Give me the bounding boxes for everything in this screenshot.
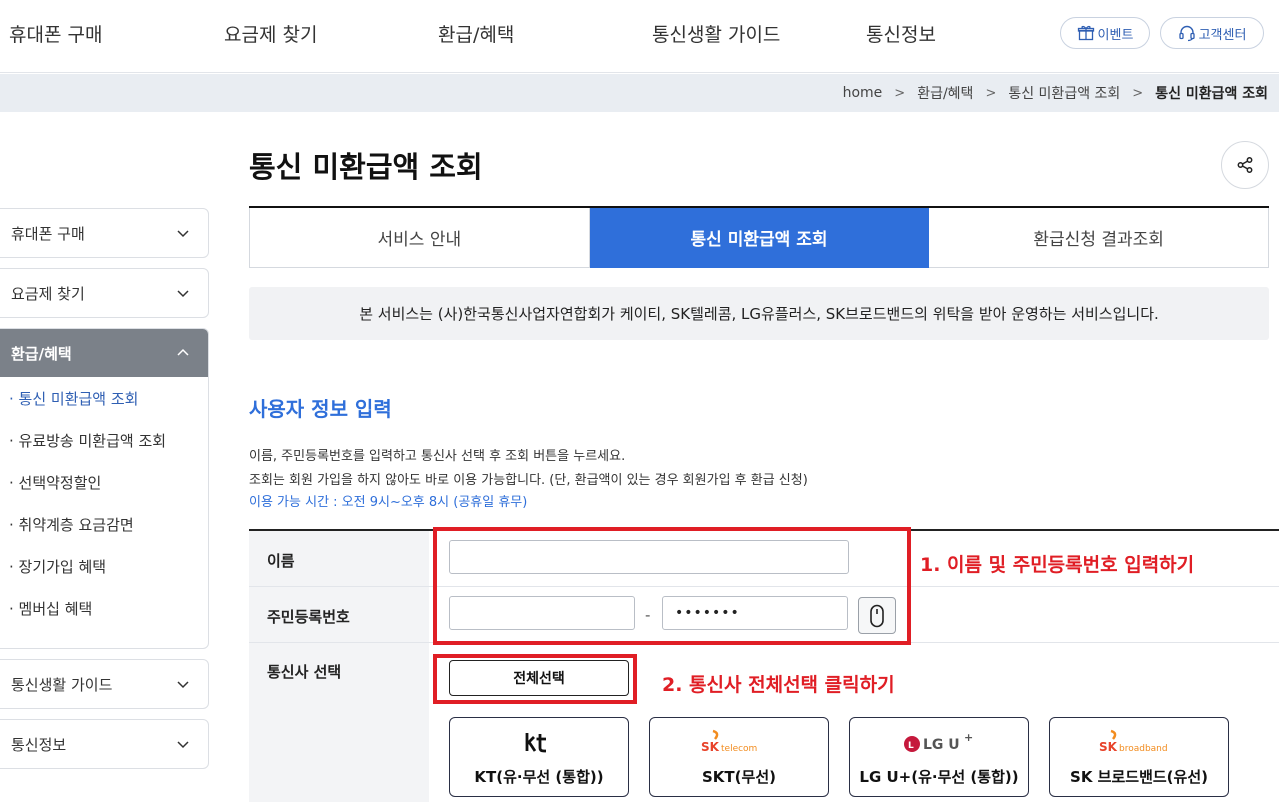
tab-service-info[interactable]: 서비스 안내 [249, 208, 590, 268]
breadcrumb-current: 통신 미환급액 조회 [1155, 86, 1268, 102]
page-title: 통신 미환급액 조회 [249, 150, 483, 184]
carrier-skb-button[interactable]: SK broadband SK 브로드밴드(유선) [1049, 717, 1229, 797]
rrn-label: 주민등록번호 [267, 608, 350, 626]
sidebar-subitem-contract-discount[interactable]: · 선택약정할인 [0, 461, 208, 503]
kt-logo-icon [525, 733, 546, 753]
svg-text:+: + [964, 731, 973, 744]
tab-refund-result-lookup[interactable]: 환급신청 결과조회 [929, 208, 1270, 268]
carrier-name: KT(유·무선 (통합)) [474, 768, 604, 786]
sk-broadband-logo: SK broadband [1050, 728, 1228, 758]
sidebar-group-phone-purchase[interactable]: 휴대폰 구매 [0, 208, 209, 258]
sidebar-item-label: 요금제 찾기 [11, 284, 85, 303]
carrier-kt-button[interactable]: KT(유·무선 (통합)) [449, 717, 629, 797]
section-description-1: 이름, 주민등록번호를 입력하고 통신사 선택 후 조회 버튼을 누르세요. [249, 449, 626, 464]
service-hours: 이용 가능 시간 : 오전 9시~오후 8시 (공휴일 휴무) [249, 495, 528, 510]
svg-text:SK: SK [701, 740, 720, 754]
sidebar-subitem-vulnerable-discount[interactable]: · 취약계층 요금감면 [0, 503, 208, 545]
sidebar-group-telecom-guide[interactable]: 통신생활 가이드 [0, 659, 209, 709]
sidebar-subitem-telecom-refund[interactable]: · 통신 미환급액 조회 [0, 377, 208, 419]
breadcrumb-home[interactable]: home [843, 85, 883, 101]
sidebar-item-telecom-guide[interactable]: 통신생활 가이드 [0, 660, 208, 708]
event-label: 이벤트 [1097, 27, 1134, 43]
sidebar-item-label: 휴대폰 구매 [11, 224, 85, 243]
event-button[interactable]: 이벤트 [1060, 17, 1150, 49]
sk-telecom-logo: SK telecom [650, 728, 828, 758]
carrier-name: LG U+(유·무선 (통합)) [859, 768, 1019, 786]
section-title: 사용자 정보 입력 [249, 397, 392, 421]
svg-text:SK: SK [1099, 740, 1118, 754]
annotation-note-1: 1. 이름 및 주민등록번호 입력하기 [920, 554, 1195, 576]
section-description-2: 조회는 회원 가입을 하지 않아도 바로 이용 가능합니다. (단, 환급액이 … [249, 473, 808, 488]
chevron-down-icon [177, 290, 189, 298]
svg-text:broadband: broadband [1119, 744, 1168, 754]
customer-center-label: 고객센터 [1198, 27, 1247, 43]
nav-menu-plan-search[interactable]: 요금제 찾기 [224, 20, 317, 47]
share-icon [1237, 157, 1253, 173]
sidebar-item-phone-purchase[interactable]: 휴대폰 구매 [0, 209, 208, 257]
kt-logo [450, 728, 628, 758]
top-navigation: 휴대폰 구매 요금제 찾기 환급/혜택 통신생활 가이드 통신정보 이벤트 고객… [0, 0, 1279, 73]
sidebar-group-refund-benefit: 환급/혜택 · 통신 미환급액 조회 · 유료방송 미환급액 조회 · 선택약정… [0, 328, 209, 649]
breadcrumb-telecom-refund[interactable]: 통신 미환급액 조회 [1008, 83, 1120, 103]
annotation-box-identity [433, 527, 911, 645]
chevron-right-icon: > [1132, 85, 1144, 101]
sk-broadband-logo-icon: SK broadband [1099, 729, 1168, 754]
chevron-right-icon: > [894, 85, 906, 101]
sidebar-group-telecom-info[interactable]: 통신정보 [0, 719, 209, 769]
carrier-lgu-button[interactable]: L LG U + LG U+(유·무선 (통합)) [849, 717, 1029, 797]
sidebar-group-plan-search[interactable]: 요금제 찾기 [0, 268, 209, 318]
breadcrumb: home > 환급/혜택 > 통신 미환급액 조회 > 통신 미환급액 조회 [843, 83, 1268, 103]
headset-icon [1178, 25, 1195, 42]
carrier-name: SK 브로드밴드(유선) [1070, 768, 1208, 786]
carrier-label: 통신사 선택 [267, 663, 342, 681]
chevron-down-icon [177, 741, 189, 749]
sidebar-subitem-membership-benefit[interactable]: · 멤버십 혜택 [0, 587, 208, 629]
customer-center-button[interactable]: 고객센터 [1160, 17, 1264, 49]
sidebar-subitem-long-term-benefit[interactable]: · 장기가입 혜택 [0, 545, 208, 587]
nav-menu-refund-benefit[interactable]: 환급/혜택 [438, 20, 514, 47]
chevron-down-icon [177, 681, 189, 689]
tab-bar: 서비스 안내 통신 미환급액 조회 환급신청 결과조회 [249, 206, 1270, 268]
sidebar-item-label: 통신정보 [11, 735, 67, 754]
sidebar-item-label: 환급/혜택 [11, 344, 72, 363]
name-label: 이름 [267, 552, 295, 570]
nav-menu-phone-purchase[interactable]: 휴대폰 구매 [9, 20, 102, 47]
sidebar-subitem-paytv-refund[interactable]: · 유료방송 미환급액 조회 [0, 419, 208, 461]
sidebar-item-refund-benefit[interactable]: 환급/혜택 [0, 329, 208, 377]
sk-telecom-logo-icon: SK telecom [701, 729, 757, 754]
carrier-name: SKT(무선) [702, 768, 776, 786]
carrier-skt-button[interactable]: SK telecom SKT(무선) [649, 717, 829, 797]
svg-text:telecom: telecom [721, 744, 757, 754]
nav-menu-telecom-info[interactable]: 통신정보 [866, 20, 936, 47]
annotation-note-2: 2. 통신사 전체선택 클릭하기 [662, 674, 895, 696]
sidebar-submenu: · 통신 미환급액 조회 · 유료방송 미환급액 조회 · 선택약정할인 · 취… [0, 377, 208, 629]
sidebar-item-label: 통신생활 가이드 [11, 675, 113, 694]
lg-uplus-logo: L LG U + [850, 728, 1028, 758]
lg-uplus-logo-icon: L LG U + [904, 731, 973, 753]
tab-telecom-refund-lookup[interactable]: 통신 미환급액 조회 [589, 208, 930, 268]
service-notice: 본 서비스는 (사)한국통신사업자연합회가 케이티, SK텔레콤, LG유플러스… [249, 287, 1269, 340]
chevron-right-icon: > [985, 85, 997, 101]
annotation-box-select-all [433, 654, 637, 704]
breadcrumb-refund-benefit[interactable]: 환급/혜택 [917, 83, 973, 103]
breadcrumb-bar: home > 환급/혜택 > 통신 미환급액 조회 > 통신 미환급액 조회 [0, 74, 1279, 112]
chevron-down-icon [177, 230, 189, 238]
chevron-up-icon [177, 348, 189, 356]
sidebar-item-telecom-info[interactable]: 통신정보 [0, 720, 208, 768]
share-button[interactable] [1221, 141, 1269, 189]
svg-text:LG U: LG U [923, 737, 960, 753]
svg-text:L: L [908, 741, 914, 751]
nav-menu-telecom-guide[interactable]: 통신생활 가이드 [652, 20, 780, 47]
sidebar-item-plan-search[interactable]: 요금제 찾기 [0, 269, 208, 317]
gift-icon [1077, 25, 1094, 41]
